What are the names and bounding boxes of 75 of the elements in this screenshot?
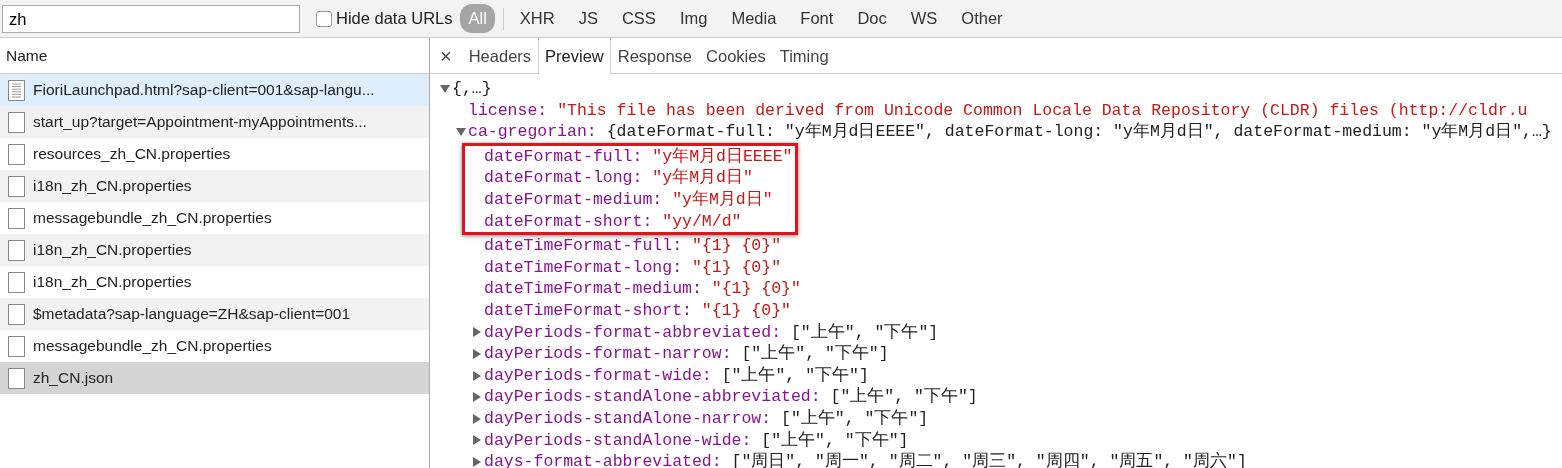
request-name: zh_CN.json — [33, 368, 114, 389]
file-icon — [8, 111, 25, 133]
tab[interactable]: Timing — [772, 38, 836, 73]
expand-arrow-icon[interactable] — [472, 435, 482, 446]
request-name: resources_zh_CN.properties — [33, 144, 231, 165]
column-header[interactable]: Name — [6, 43, 48, 68]
request-row[interactable]: $metadata?sap-language=ZH&sap-client=001 — [0, 298, 429, 330]
request-name: i18n_zh_CN.properties — [33, 176, 192, 197]
request-name: start_up?target=Appointment-myAppointments... — [33, 112, 367, 133]
tab[interactable]: Response — [610, 38, 700, 73]
property-line: dateFormat-medium: "y年M月d日" — [484, 188, 773, 211]
file-icon — [8, 207, 25, 229]
property-line: dayPeriods-format-wide: ["上午", "下午"] — [484, 364, 869, 387]
request-row[interactable]: i18n_zh_CN.properties — [0, 234, 429, 266]
request-row[interactable]: FioriLaunchpad.html?sap-client=001&sap-langu... — [0, 74, 429, 106]
filter-tab[interactable]: Media — [723, 4, 785, 33]
collapse-arrow-icon[interactable] — [440, 83, 450, 94]
request-row[interactable]: messagebundle_zh_CN.properties — [0, 202, 429, 234]
filter-tab[interactable]: CSS — [613, 4, 664, 33]
request-row[interactable]: resources_zh_CN.properties — [0, 138, 429, 170]
property-line: dateTimeFormat-medium: "{1} {0}" — [484, 278, 801, 300]
filter-tab[interactable]: Img — [671, 4, 716, 33]
json-summary: {,…} — [452, 78, 492, 100]
property-line: dateTimeFormat-short: "{1} {0}" — [484, 299, 791, 322]
property-line: dateTimeFormat-full: "{1} {0}" — [484, 235, 782, 257]
file-icon — [8, 303, 25, 325]
filter-tab[interactable]: XHR — [511, 4, 563, 33]
property-line: dayPeriods-format-abbreviated: ["上午", "下午"] — [484, 321, 939, 344]
file-icon — [8, 239, 25, 261]
property-line: dayPeriods-standAlone-abbreviated: ["上午", "下午"] — [484, 386, 978, 408]
expand-arrow-icon[interactable] — [472, 456, 482, 467]
expand-arrow-icon[interactable] — [472, 392, 482, 403]
tab[interactable]: Headers — [461, 38, 539, 73]
expand-arrow-icon[interactable] — [472, 348, 482, 359]
request-row[interactable]: start_up?target=Appointment-myAppointments... — [0, 106, 429, 138]
request-row[interactable]: i18n_zh_CN.properties — [0, 170, 429, 202]
request-name: FioriLaunchpad.html?sap-client=001&sap-langu... — [33, 80, 375, 101]
filter-tab[interactable]: Font — [792, 4, 842, 33]
file-icon — [8, 175, 25, 197]
filter-tab[interactable]: WS — [902, 4, 946, 33]
checkbox-label: Hide data URLs — [336, 8, 453, 30]
checkbox[interactable] — [316, 10, 332, 27]
file-icon — [8, 335, 25, 357]
filter-tab[interactable]: Other — [953, 4, 1011, 33]
filter-field[interactable]: zh — [2, 5, 300, 33]
property-line: dayPeriods-format-narrow: ["上午", "下午"] — [484, 343, 889, 365]
collapse-arrow-icon[interactable] — [456, 127, 466, 137]
property-line: dayPeriods-standAlone-wide: ["上午", "下午"] — [484, 429, 909, 452]
close-button[interactable]: × — [430, 40, 462, 71]
filter-tab[interactable]: Doc — [849, 4, 895, 33]
file-icon — [8, 271, 25, 293]
request-row[interactable]: zh_CN.json — [0, 362, 429, 394]
property-line: dayPeriods-standAlone-narrow: ["上午", "下午"] — [484, 407, 929, 430]
property-line: dateFormat-short: "yy/M/d" — [484, 210, 742, 233]
expand-arrow-icon[interactable] — [472, 413, 482, 424]
property-line: dateTimeFormat-long: "{1} {0}" — [484, 256, 782, 279]
request-name: messagebundle_zh_CN.properties — [33, 208, 272, 229]
filter-tab[interactable]: JS — [570, 4, 606, 33]
property-line: dateFormat-full: "y年M月d日EEEE" — [484, 145, 793, 168]
file-icon — [8, 143, 25, 165]
document-icon — [8, 79, 25, 101]
tab[interactable]: Preview — [538, 38, 611, 74]
request-name: i18n_zh_CN.properties — [33, 240, 192, 261]
request-name: messagebundle_zh_CN.properties — [33, 336, 272, 357]
request-name: i18n_zh_CN.properties — [33, 272, 192, 293]
request-row[interactable]: i18n_zh_CN.properties — [0, 266, 429, 298]
request-row[interactable]: messagebundle_zh_CN.properties — [0, 330, 429, 362]
expand-arrow-icon[interactable] — [472, 327, 482, 338]
request-name: $metadata?sap-language=ZH&sap-client=001 — [33, 304, 351, 325]
expand-arrow-icon[interactable] — [472, 370, 482, 381]
file-icon — [8, 367, 25, 389]
property-line: ca-gregorian: {dateFormat-full: "y年M月d日EEEE", dateFormat-long: "y年M月d日", dateFormat-medium: "y年M月d日",…} — [468, 121, 1552, 143]
property-line: dateFormat-long: "y年M月d日" — [484, 167, 753, 189]
tab[interactable]: Cookies — [699, 38, 773, 73]
property-line: license: "This file has been derived from Unicode Common Locale Data Repository (CLDR) files (http://cldr.u — [468, 99, 1528, 122]
